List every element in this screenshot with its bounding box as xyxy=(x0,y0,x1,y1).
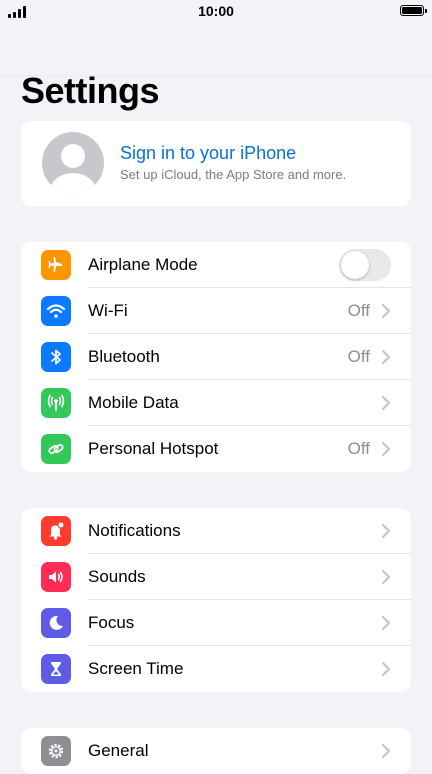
connectivity-group: Airplane Mode Wi-Fi Off Bluetooth Off Mo… xyxy=(21,242,411,472)
sounds-row[interactable]: Sounds xyxy=(21,554,411,600)
moon-icon xyxy=(41,608,71,638)
hotspot-icon xyxy=(41,434,71,464)
notifications-group: Notifications Sounds Focus Screen Time xyxy=(21,508,411,692)
chevron-right-icon xyxy=(382,442,390,456)
bluetooth-row[interactable]: Bluetooth Off xyxy=(21,334,411,380)
general-row[interactable]: General xyxy=(21,728,411,774)
screen-time-label: Screen Time xyxy=(88,659,184,678)
general-group: General xyxy=(21,728,411,774)
bluetooth-value: Off xyxy=(347,347,370,366)
wifi-label: Wi-Fi xyxy=(88,301,128,320)
profile-card[interactable]: Sign in to your iPhone Set up iCloud, th… xyxy=(21,121,411,206)
page-title: Settings xyxy=(21,70,160,111)
status-bar: 10:00 xyxy=(0,0,432,24)
gear-icon xyxy=(41,736,71,766)
mobile-data-row[interactable]: Mobile Data xyxy=(21,380,411,426)
personal-hotspot-label: Personal Hotspot xyxy=(88,439,219,458)
notifications-label: Notifications xyxy=(88,521,181,540)
airplane-mode-row[interactable]: Airplane Mode xyxy=(21,242,411,288)
personal-hotspot-row[interactable]: Personal Hotspot Off xyxy=(21,426,411,472)
hourglass-icon xyxy=(41,654,71,684)
chevron-right-icon xyxy=(382,744,390,758)
chevron-right-icon xyxy=(382,350,390,364)
sounds-label: Sounds xyxy=(88,567,146,586)
chevron-right-icon xyxy=(382,662,390,676)
antenna-icon xyxy=(41,388,71,418)
wifi-row[interactable]: Wi-Fi Off xyxy=(21,288,411,334)
personal-hotspot-value: Off xyxy=(347,439,370,458)
avatar xyxy=(42,132,104,194)
chevron-right-icon xyxy=(382,304,390,318)
screen-time-row[interactable]: Screen Time xyxy=(21,646,411,692)
notifications-row[interactable]: Notifications xyxy=(21,508,411,554)
focus-label: Focus xyxy=(88,613,135,632)
battery-icon xyxy=(400,5,427,16)
chevron-right-icon xyxy=(382,616,390,630)
sign-in-subtitle: Set up iCloud, the App Store and more. xyxy=(120,167,347,182)
general-label: General xyxy=(88,741,149,760)
speaker-icon xyxy=(41,562,71,592)
airplane-icon xyxy=(41,250,71,280)
chevron-right-icon xyxy=(382,524,390,538)
chevron-right-icon xyxy=(382,396,390,410)
focus-row[interactable]: Focus xyxy=(21,600,411,646)
status-time: 10:00 xyxy=(198,3,234,19)
chevron-right-icon xyxy=(382,570,390,584)
airplane-mode-toggle[interactable] xyxy=(339,249,391,281)
airplane-mode-label: Airplane Mode xyxy=(88,255,198,274)
sign-in-link[interactable]: Sign in to your iPhone xyxy=(120,143,296,164)
wifi-value: Off xyxy=(347,301,370,320)
bluetooth-label: Bluetooth xyxy=(88,347,160,366)
bluetooth-icon xyxy=(41,342,71,372)
mobile-data-label: Mobile Data xyxy=(88,393,179,412)
wifi-icon xyxy=(41,296,71,326)
bell-icon xyxy=(41,516,71,546)
